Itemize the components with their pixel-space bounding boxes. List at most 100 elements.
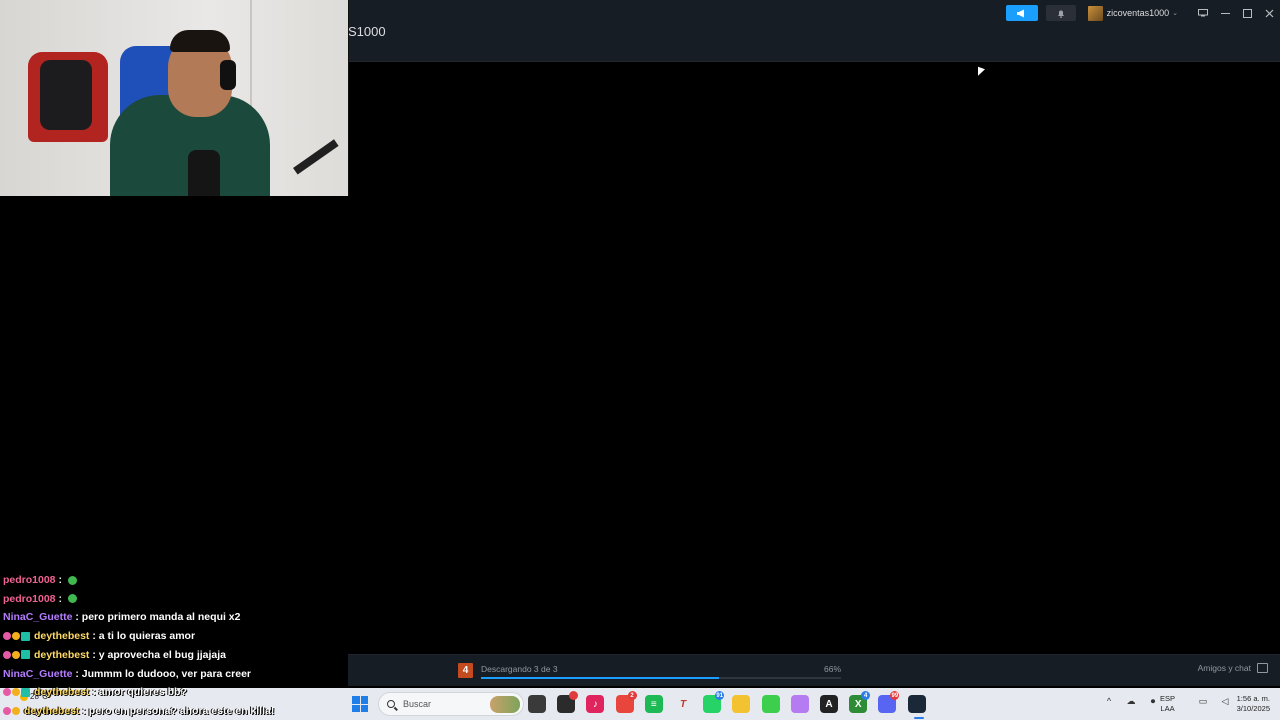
chat-username[interactable]: pedro1008 bbox=[3, 574, 56, 586]
clock-time: 1:56 a. m. bbox=[1236, 694, 1270, 703]
teal-badge-icon bbox=[21, 687, 30, 697]
spotify-glyph: ≡ bbox=[650, 698, 657, 710]
display-icon[interactable]: ▭ bbox=[1198, 696, 1208, 706]
epic-glyph: A bbox=[825, 698, 833, 710]
friends-label: Amigos y chat bbox=[1197, 663, 1251, 673]
search-box[interactable]: Buscar bbox=[378, 692, 524, 716]
minimize-icon bbox=[1220, 12, 1230, 14]
chat-separator: : bbox=[72, 667, 82, 680]
chat-username[interactable]: NinaC_Guette bbox=[3, 668, 72, 680]
line-icon[interactable] bbox=[761, 695, 780, 713]
chat-text: a ti lo quieras amor bbox=[98, 630, 196, 643]
clock-date: 3/10/2025 bbox=[1236, 704, 1270, 713]
steam-content-area bbox=[348, 62, 1280, 654]
chat-message: NinaC_Guette : pero primero manda al neq… bbox=[3, 608, 241, 626]
chat-separator: : bbox=[72, 611, 82, 624]
lang-code: ESP bbox=[1160, 694, 1176, 703]
chat-username[interactable]: pedro1008 bbox=[3, 593, 56, 605]
tiktok-icon[interactable]: ♪ bbox=[586, 695, 605, 713]
teal-badge-icon bbox=[21, 650, 30, 660]
system-tray: ^ ☁ ⏺ bbox=[1098, 696, 1164, 707]
page-title: S1000 bbox=[348, 24, 386, 39]
download-status[interactable]: Descargando 3 de 3 bbox=[481, 664, 558, 674]
maximize-button[interactable] bbox=[1236, 5, 1258, 21]
chat-username[interactable]: NinaC_Guette bbox=[3, 611, 72, 623]
gold-badge-icon bbox=[12, 632, 20, 641]
chat-separator: : bbox=[89, 630, 99, 643]
close-icon bbox=[1265, 9, 1273, 17]
chat-username[interactable]: deythebest bbox=[34, 686, 89, 698]
gold-badge-icon bbox=[12, 650, 20, 659]
steam-icon[interactable] bbox=[907, 695, 926, 713]
notification-badge: 99 bbox=[890, 691, 900, 700]
text-icon[interactable]: T bbox=[674, 695, 692, 713]
chat-text: y aprovecha el bug jjajaja bbox=[98, 648, 227, 661]
account-name: zicoventas1000 bbox=[1106, 8, 1170, 18]
pink-badge-icon bbox=[3, 632, 11, 641]
file-icon[interactable] bbox=[528, 695, 546, 713]
download-percent: 66% bbox=[824, 664, 842, 674]
chat-separator: : bbox=[89, 648, 99, 661]
spotify-icon[interactable]: ≡ bbox=[644, 695, 663, 713]
chevron-up-icon[interactable]: ^ bbox=[1104, 696, 1114, 706]
epic-icon[interactable]: A bbox=[820, 695, 838, 713]
steam-bottom-bar: 4 Descargando 3 de 3 66% Amigos y chat bbox=[348, 654, 1280, 686]
chat-separator: : bbox=[79, 704, 89, 717]
search-placeholder: Buscar bbox=[403, 699, 432, 709]
chat-text: amor quieres bb? bbox=[98, 686, 187, 699]
steam-header: S1000 zicoventas1000 ⌄ bbox=[348, 0, 1280, 62]
chat-username[interactable]: deythebest bbox=[24, 705, 79, 717]
announce-button[interactable] bbox=[1005, 5, 1038, 21]
xbox-icon[interactable]: X4 bbox=[849, 691, 871, 713]
friends-icon bbox=[1257, 663, 1268, 673]
gold-badge-icon bbox=[12, 706, 20, 715]
headset bbox=[220, 60, 236, 90]
gold-badge-icon bbox=[12, 688, 20, 697]
clock[interactable]: 1:56 a. m. 3/10/2025 bbox=[1226, 694, 1270, 714]
language-indicator[interactable]: ESP LAA bbox=[1160, 694, 1175, 714]
chevron-down-icon: ⌄ bbox=[1172, 10, 1178, 17]
pink-badge-icon bbox=[3, 650, 11, 659]
notification-badge bbox=[569, 691, 579, 700]
notification-badge: 2 bbox=[627, 691, 637, 700]
chat-badges bbox=[3, 631, 31, 641]
controller-icon[interactable] bbox=[790, 695, 809, 713]
chrome-icon[interactable]: 2 bbox=[615, 691, 637, 713]
minimize-button[interactable] bbox=[1214, 5, 1236, 21]
monitor-icon bbox=[1198, 9, 1208, 17]
chat-text: pero primero manda al nequi x2 bbox=[81, 611, 241, 624]
chat-badges bbox=[3, 687, 31, 697]
discord-icon[interactable]: 99 bbox=[878, 691, 900, 713]
microphone-icon[interactable]: ⏺ bbox=[1148, 696, 1158, 706]
account-menu[interactable]: zicoventas1000 ⌄ bbox=[1084, 4, 1182, 22]
big-picture-button[interactable] bbox=[1192, 5, 1214, 21]
mic-arm bbox=[293, 139, 348, 196]
tiktok-glyph: ♪ bbox=[592, 698, 598, 710]
chat-message: pedro1008 : bbox=[3, 590, 80, 608]
avatar bbox=[1087, 5, 1103, 21]
close-button[interactable] bbox=[1258, 5, 1280, 21]
chat-separator: : bbox=[89, 686, 99, 699]
bell-icon bbox=[1057, 10, 1064, 18]
chat-badges bbox=[3, 706, 21, 715]
whatsapp-icon[interactable]: 91 bbox=[703, 691, 725, 713]
notifications-button[interactable] bbox=[1045, 5, 1076, 21]
chat-username[interactable]: deythebest bbox=[34, 630, 89, 642]
chat-message: pedro1008 : bbox=[3, 571, 80, 589]
download-progress-bar bbox=[481, 677, 841, 679]
pink-badge-icon bbox=[3, 688, 11, 697]
maximize-icon bbox=[1242, 8, 1252, 18]
chat-text: Jummm lo dudooo, ver para creer bbox=[81, 667, 251, 680]
cloud-off-icon[interactable]: ☁ bbox=[1126, 696, 1136, 706]
obs-icon[interactable] bbox=[557, 691, 579, 713]
chat-separator: : bbox=[55, 574, 65, 586]
chair-backrest bbox=[40, 60, 92, 130]
chat-username[interactable]: deythebest bbox=[34, 649, 89, 661]
megaphone-icon bbox=[1017, 9, 1025, 17]
search-icon bbox=[387, 700, 395, 708]
chat-message: deythebest : amor quieres bb? bbox=[3, 683, 187, 701]
download-game-icon[interactable]: 4 bbox=[458, 663, 473, 678]
folder-icon[interactable] bbox=[732, 695, 751, 713]
notification-badge: 91 bbox=[715, 691, 725, 700]
friends-chat-button[interactable]: Amigos y chat bbox=[1198, 663, 1268, 673]
